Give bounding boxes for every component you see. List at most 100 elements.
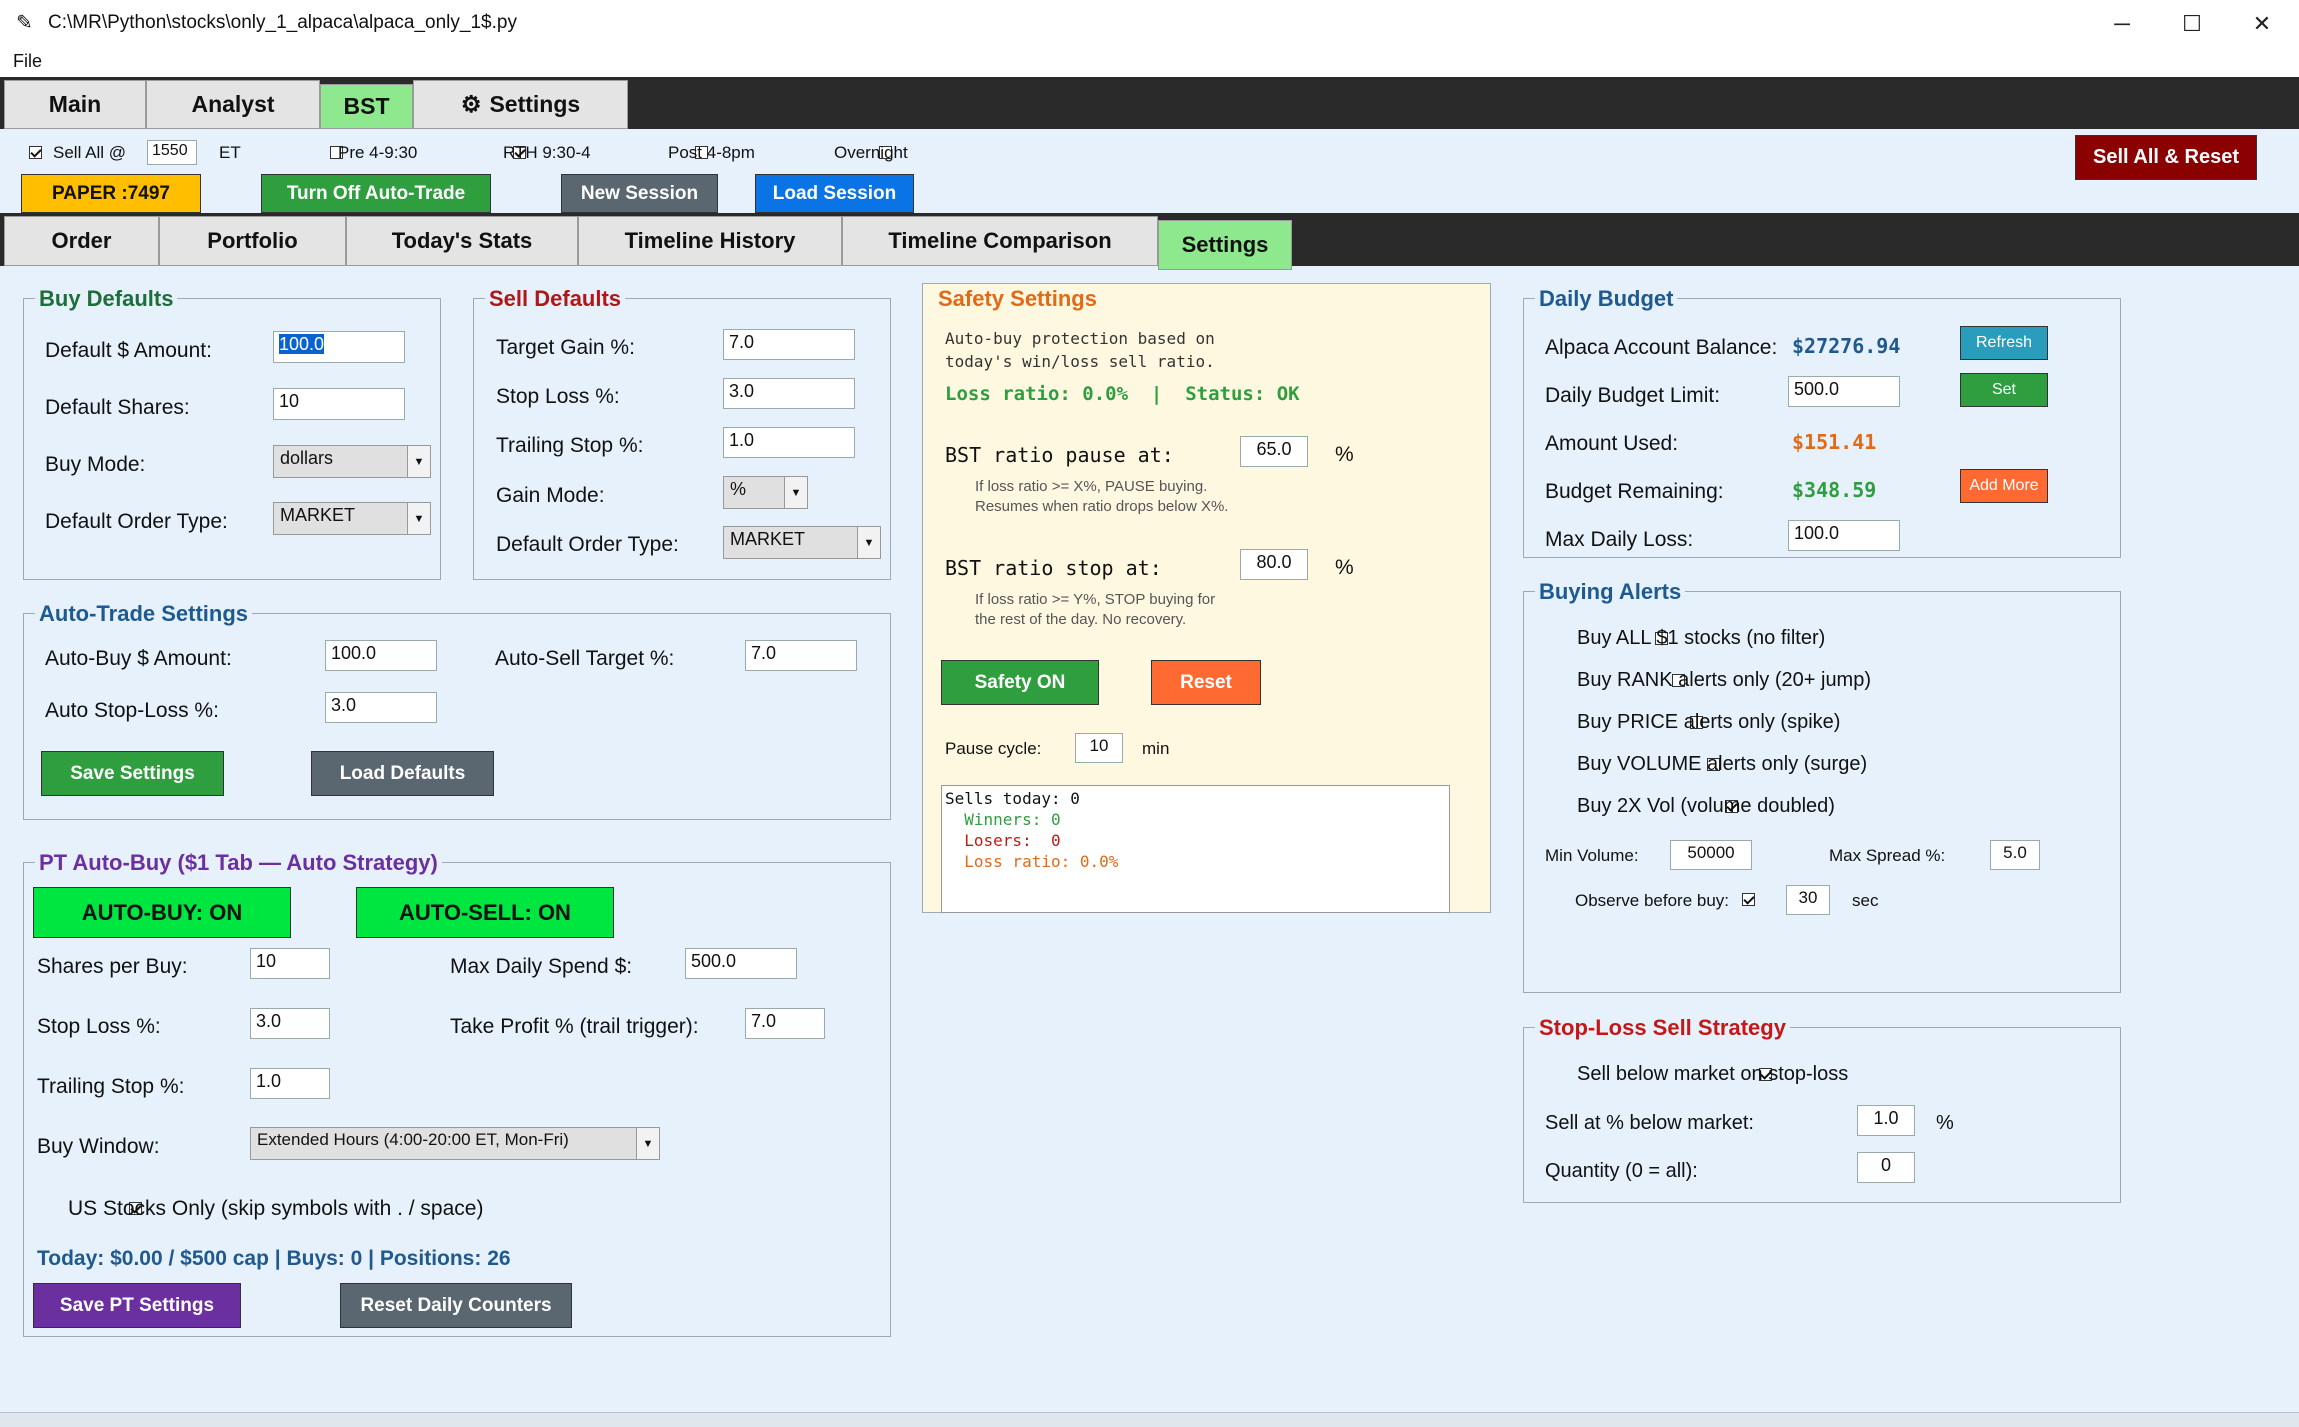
tab-timeline-comparison[interactable]: Timeline Comparison <box>842 216 1158 266</box>
tab-bst[interactable]: BST <box>320 84 413 129</box>
new-session-button[interactable]: New Session <box>561 174 718 213</box>
gain-mode-select[interactable]: % ▼ <box>723 476 808 509</box>
window-title: C:\MR\Python\stocks\only_1_alpaca\alpaca… <box>48 12 517 33</box>
menu-file[interactable]: File <box>13 51 42 72</box>
quantity-input[interactable]: 0 <box>1857 1152 1915 1183</box>
alert-volume-label: Buy VOLUME alerts only (surge) <box>1577 753 1868 775</box>
refresh-balance-button[interactable]: Refresh <box>1960 326 2048 360</box>
max-daily-spend-input[interactable]: 500.0 <box>685 948 797 979</box>
gain-mode-label: Gain Mode: <box>496 484 605 507</box>
sell-pct-below-label: Sell at % below market: <box>1545 1112 1754 1134</box>
min-volume-input[interactable]: 50000 <box>1670 840 1752 870</box>
chevron-down-icon: ▼ <box>636 1128 659 1159</box>
stop-loss-input[interactable]: 3.0 <box>723 378 855 409</box>
tab-main[interactable]: Main <box>4 80 146 129</box>
sell-below-market-label: Sell below market on stop-loss <box>1577 1063 1849 1085</box>
auto-sell-toggle[interactable]: AUTO-SELL: ON <box>356 887 614 938</box>
stop-loss-strategy-title: Stop-Loss Sell Strategy <box>1535 1015 1790 1041</box>
tab-settings-main[interactable]: ⚙ Settings <box>413 80 628 129</box>
amount-used-value: $151.41 <box>1792 430 1877 454</box>
daily-budget-limit-input[interactable]: 500.0 <box>1788 376 1900 407</box>
buy-mode-value: dollars <box>280 448 334 468</box>
sell-defaults-title: Sell Defaults <box>485 286 626 312</box>
minimize-button[interactable]: ─ <box>2087 0 2157 47</box>
tab-timeline-history[interactable]: Timeline History <box>578 216 842 266</box>
gain-mode-value: % <box>730 479 747 499</box>
buy-order-type-select[interactable]: MARKET ▼ <box>273 502 431 535</box>
account-balance-label: Alpaca Account Balance: <box>1545 336 1778 359</box>
account-balance-value: $27276.94 <box>1792 334 1901 358</box>
pt-trailing-stop-input[interactable]: 1.0 <box>250 1068 330 1099</box>
save-pt-settings-button[interactable]: Save PT Settings <box>33 1283 241 1328</box>
buy-mode-select[interactable]: dollars ▼ <box>273 445 431 478</box>
default-shares-input[interactable]: 10 <box>273 388 405 420</box>
default-amount-input[interactable]: 100.0 <box>273 331 405 363</box>
save-settings-button[interactable]: Save Settings <box>41 751 224 796</box>
max-spread-input[interactable]: 5.0 <box>1990 840 2040 870</box>
take-profit-input[interactable]: 7.0 <box>745 1008 825 1039</box>
sell-pct-below-unit: % <box>1936 1112 1954 1134</box>
pause-cycle-input[interactable]: 10 <box>1075 733 1123 763</box>
buy-window-select[interactable]: Extended Hours (4:00-20:00 ET, Mon-Fri) ▼ <box>250 1127 660 1160</box>
bst-pause-label: BST ratio pause at: <box>945 443 1174 467</box>
pt-stop-loss-input[interactable]: 3.0 <box>250 1008 330 1039</box>
daily-budget-limit-label: Daily Budget Limit: <box>1545 384 1721 407</box>
load-defaults-button[interactable]: Load Defaults <box>311 751 494 796</box>
observe-seconds-input[interactable]: 30 <box>1786 885 1830 915</box>
tab-settings-label: Settings <box>489 91 581 117</box>
buying-alerts-group <box>1523 591 2121 993</box>
budget-remaining-value: $348.59 <box>1792 478 1877 502</box>
tab-order[interactable]: Order <box>4 216 159 266</box>
daily-budget-title: Daily Budget <box>1535 286 1678 312</box>
auto-trade-title: Auto-Trade Settings <box>35 601 253 627</box>
tab-settings[interactable]: Settings <box>1158 220 1292 270</box>
pt-auto-buy-title: PT Auto-Buy ($1 Tab — Auto Strategy) <box>35 850 442 876</box>
auto-buy-toggle[interactable]: AUTO-BUY: ON <box>33 887 291 938</box>
sell-all-checkbox[interactable] <box>29 146 42 159</box>
set-budget-button[interactable]: Set <box>1960 373 2048 407</box>
observe-before-buy-checkbox[interactable] <box>1741 893 1755 906</box>
log-losers: Losers: 0 <box>945 831 1061 850</box>
alert-buy-all-label: Buy ALL $1 stocks (no filter) <box>1577 627 1826 649</box>
overnight-label: Overnight <box>834 143 908 162</box>
pre-market-label: Pre 4-9:30 <box>338 143 418 162</box>
sell-pct-below-input[interactable]: 1.0 <box>1857 1105 1915 1136</box>
tab-todays-stats[interactable]: Today's Stats <box>346 216 578 266</box>
max-daily-loss-input[interactable]: 100.0 <box>1788 520 1900 551</box>
bst-pause-input[interactable]: 65.0 <box>1240 436 1308 467</box>
safety-settings-title: Safety Settings <box>934 286 1101 312</box>
min-volume-label: Min Volume: <box>1545 846 1639 865</box>
reset-daily-counters-button[interactable]: Reset Daily Counters <box>340 1283 572 1328</box>
chevron-down-icon: ▼ <box>784 477 807 508</box>
chevron-down-icon: ▼ <box>857 527 880 558</box>
shares-per-buy-input[interactable]: 10 <box>250 948 330 979</box>
tab-portfolio[interactable]: Portfolio <box>159 216 346 266</box>
load-session-button[interactable]: Load Session <box>755 174 914 213</box>
pause-cycle-label: Pause cycle: <box>945 739 1042 758</box>
bst-stop-input[interactable]: 80.0 <box>1240 549 1308 580</box>
close-button[interactable]: ✕ <box>2227 0 2297 47</box>
auto-buy-amount-label: Auto-Buy $ Amount: <box>45 647 232 670</box>
sell-all-time-input[interactable]: 1550 <box>147 140 197 165</box>
add-more-button[interactable]: Add More <box>1960 469 2048 503</box>
trailing-stop-input[interactable]: 1.0 <box>723 427 855 458</box>
auto-stop-loss-input[interactable]: 3.0 <box>325 692 437 723</box>
auto-sell-target-input[interactable]: 7.0 <box>745 640 857 671</box>
default-order-type-label: Default Order Type: <box>45 510 228 533</box>
tab-analyst[interactable]: Analyst <box>146 80 320 129</box>
target-gain-input[interactable]: 7.0 <box>723 329 855 360</box>
buy-defaults-title: Buy Defaults <box>35 286 178 312</box>
paper-account-badge[interactable]: PAPER :7497 <box>21 174 201 213</box>
turn-off-autotrade-button[interactable]: Turn Off Auto-Trade <box>261 174 491 213</box>
safety-reset-button[interactable]: Reset <box>1151 660 1261 705</box>
auto-buy-amount-input[interactable]: 100.0 <box>325 640 437 671</box>
alert-price-label: Buy PRICE alerts only (spike) <box>1577 711 1841 733</box>
pt-stop-loss-label: Stop Loss %: <box>37 1015 161 1038</box>
sell-all-reset-button[interactable]: Sell All & Reset <box>2075 135 2257 180</box>
maximize-button[interactable]: ☐ <box>2157 0 2227 47</box>
safety-on-button[interactable]: Safety ON <box>941 660 1099 705</box>
gear-icon: ⚙ <box>460 91 482 117</box>
feather-icon: ✎ <box>16 12 33 34</box>
sell-order-type-select[interactable]: MARKET ▼ <box>723 526 881 559</box>
amount-used-label: Amount Used: <box>1545 432 1679 455</box>
